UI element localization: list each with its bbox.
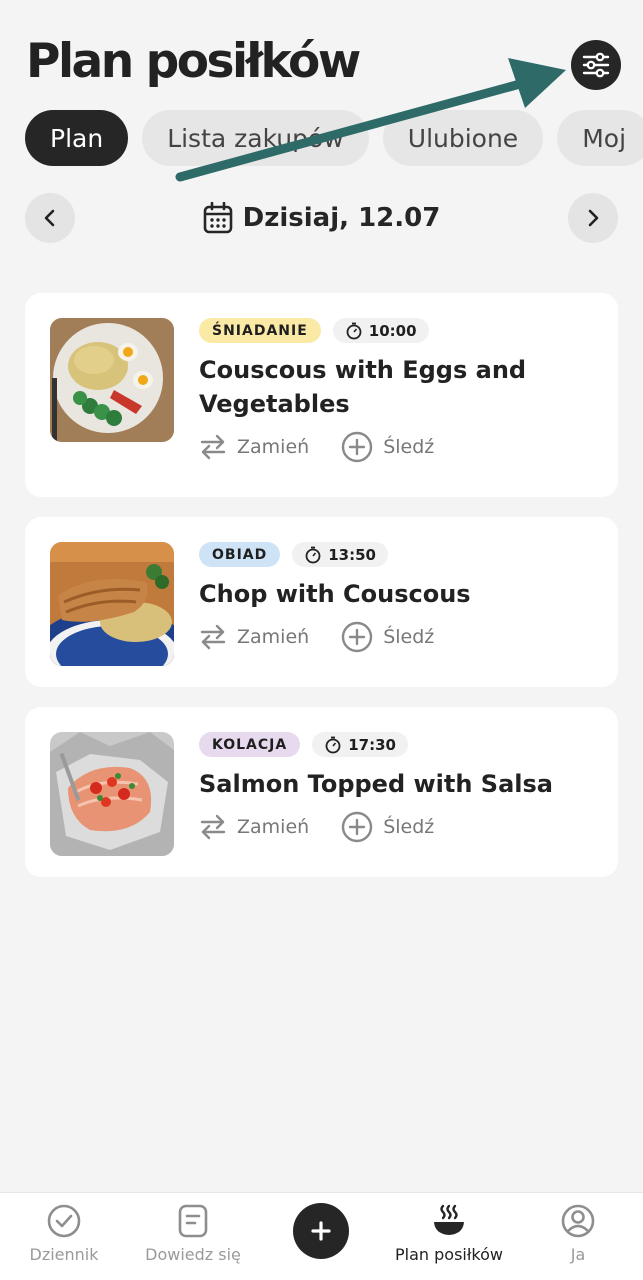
swap-label: Zamień [237, 626, 310, 648]
meal-title[interactable]: Salmon Topped with Salsa [199, 767, 600, 801]
add-button[interactable] [293, 1203, 349, 1259]
track-label: Śledź [383, 816, 435, 838]
tab-shopping-list[interactable]: Lista zakupów [142, 110, 369, 166]
swap-label: Zamień [237, 816, 310, 838]
nav-learn[interactable]: Dowiedz się [133, 1203, 253, 1264]
stopwatch-icon [325, 736, 341, 753]
swap-label: Zamień [237, 436, 310, 458]
meal-info: KOLACJA 17:30 Salmon Topped with Salsa Z… [199, 732, 600, 843]
meal-info: ŚNIADANIE 10:00 Couscous with Eggs and V… [199, 318, 600, 463]
meal-time: 10:00 [332, 318, 429, 343]
meal-type-badge: OBIAD [199, 542, 281, 567]
meal-photo [50, 542, 174, 666]
tab-favorites[interactable]: Ulubione [382, 110, 544, 166]
swap-icon [200, 434, 226, 460]
meal-time: 17:30 [312, 732, 408, 757]
meal-time-text: 13:50 [328, 545, 376, 564]
tab-mine[interactable]: Moj [557, 110, 643, 166]
meal-photo [50, 318, 174, 442]
nav-label: Dziennik [29, 1245, 99, 1264]
meal-card[interactable]: OBIAD 13:50 Chop with Couscous Zamień Śl… [25, 517, 618, 687]
meal-card[interactable]: KOLACJA 17:30 Salmon Topped with Salsa Z… [25, 707, 618, 877]
swap-icon [200, 814, 226, 840]
track-button[interactable]: Śledź [341, 621, 434, 653]
note-icon [178, 1204, 208, 1238]
nav-label: Plan posiłków [395, 1245, 503, 1264]
meal-card[interactable]: ŚNIADANIE 10:00 Couscous with Eggs and V… [25, 293, 618, 497]
date-text: Dzisiaj, 12.07 [242, 203, 441, 233]
page-title: Plan posiłków [26, 34, 361, 89]
tab-bar: Plan Lista zakupów Ulubione Moj [25, 110, 643, 166]
bottom-navigation: Dziennik Dowiedz się Plan posiłków Ja [0, 1192, 643, 1280]
nav-label: Dowiedz się [145, 1245, 241, 1264]
swap-icon [200, 624, 226, 650]
filter-button[interactable] [571, 40, 621, 90]
meal-title[interactable]: Couscous with Eggs and Vegetables [199, 353, 600, 421]
swap-button[interactable]: Zamień [199, 433, 309, 461]
chevron-right-icon [588, 209, 599, 227]
track-button[interactable]: Śledź [341, 431, 434, 463]
track-label: Śledź [383, 436, 435, 458]
swap-button[interactable]: Zamień [199, 813, 309, 841]
calendar-icon [203, 202, 232, 234]
meal-photo [50, 732, 174, 856]
meal-time-text: 10:00 [368, 321, 417, 340]
track-label: Śledź [383, 626, 435, 648]
plus-circle-icon [341, 431, 373, 463]
stopwatch-icon [305, 546, 321, 563]
meal-time-text: 17:30 [348, 735, 396, 754]
stopwatch-icon [346, 322, 362, 339]
meal-type-badge: ŚNIADANIE [199, 318, 321, 343]
meal-title[interactable]: Chop with Couscous [199, 577, 600, 611]
bowl-icon [434, 1204, 464, 1235]
meal-type-badge: KOLACJA [199, 732, 301, 757]
current-date: Dzisiaj, 12.07 [25, 193, 618, 243]
track-button[interactable]: Śledź [341, 811, 434, 843]
nav-me[interactable]: Ja [518, 1203, 638, 1264]
plus-circle-icon [341, 811, 373, 843]
user-circle-icon [561, 1204, 595, 1238]
nav-journal[interactable]: Dziennik [4, 1203, 124, 1264]
nav-meal-plan[interactable]: Plan posiłków [389, 1203, 509, 1264]
sliders-icon [582, 52, 610, 78]
check-circle-icon [47, 1204, 81, 1238]
tab-plan[interactable]: Plan [25, 110, 129, 166]
date-navigation: Dzisiaj, 12.07 [25, 193, 618, 243]
plus-circle-icon [341, 621, 373, 653]
next-day-button[interactable] [568, 193, 618, 243]
plus-icon [311, 1221, 331, 1241]
meal-time: 13:50 [292, 542, 388, 567]
meal-info: OBIAD 13:50 Chop with Couscous Zamień Śl… [199, 542, 600, 653]
nav-label: Ja [570, 1245, 586, 1264]
swap-button[interactable]: Zamień [199, 623, 309, 651]
